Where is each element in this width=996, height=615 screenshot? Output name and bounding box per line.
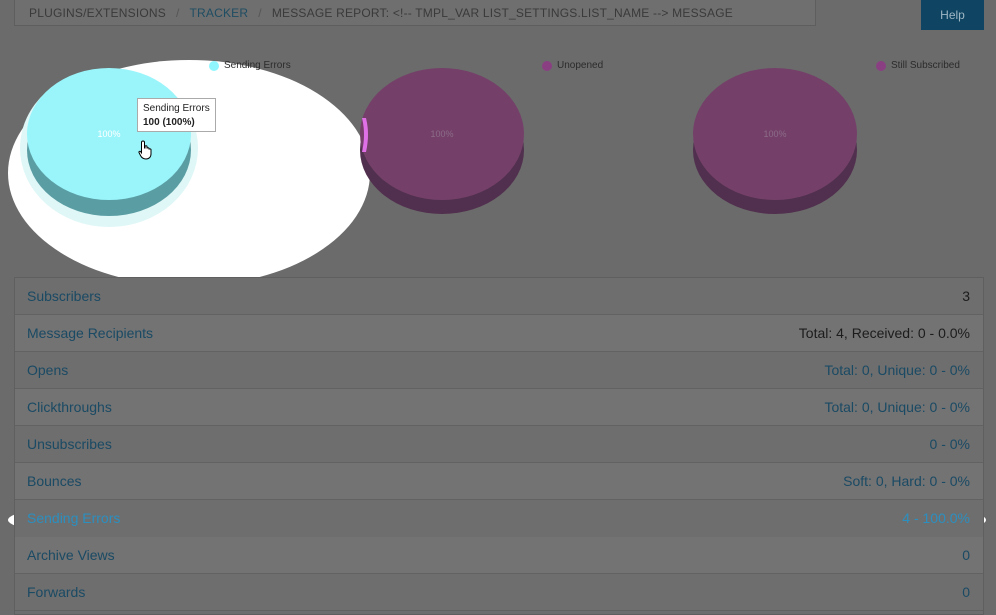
table-row: Bounces Soft: 0, Hard: 0 - 0% bbox=[15, 463, 983, 500]
legend-label: Still Subscribed bbox=[891, 60, 960, 71]
row-value[interactable]: 4 - 100.0% bbox=[902, 510, 970, 526]
table-row: Unsubscribes 0 - 0% bbox=[15, 426, 983, 463]
row-label[interactable]: Clickthroughs bbox=[27, 399, 112, 415]
row-label[interactable]: Opens bbox=[27, 362, 68, 378]
row-label[interactable]: Forwards bbox=[27, 584, 85, 600]
table-row: Clickthroughs Total: 0, Unique: 0 - 0% bbox=[15, 389, 983, 426]
chart-tooltip: Sending Errors 100 (100%) bbox=[137, 98, 216, 132]
row-value[interactable]: Total: 0, Unique: 0 - 0% bbox=[824, 362, 970, 378]
row-label[interactable]: Bounces bbox=[27, 473, 81, 489]
table-row: Message Recipients Total: 4, Received: 0… bbox=[15, 315, 983, 352]
table-row: Subscribers 3 bbox=[15, 278, 983, 315]
legend-unopened[interactable]: Unopened bbox=[542, 60, 603, 71]
stats-table: Subscribers 3 Message Recipients Total: … bbox=[14, 277, 984, 615]
pie-slice-label: 100% bbox=[97, 129, 120, 139]
row-label[interactable]: Unsubscribes bbox=[27, 436, 112, 452]
row-value: Total: 4, Received: 0 - 0.0% bbox=[798, 325, 970, 341]
row-value[interactable]: Total: 0, Unique: 0 - 0% bbox=[824, 399, 970, 415]
breadcrumb-separator: / bbox=[175, 5, 180, 20]
pie-slice-label: 100% bbox=[430, 129, 453, 139]
pie-slice-label: 100% bbox=[763, 129, 786, 139]
table-row: Forwards 0 bbox=[15, 574, 983, 611]
row-label[interactable]: Sending Errors bbox=[27, 510, 120, 526]
row-label[interactable]: Message Recipients bbox=[27, 325, 153, 341]
breadcrumb-separator: / bbox=[258, 5, 262, 20]
row-value[interactable]: Soft: 0, Hard: 0 - 0% bbox=[843, 473, 970, 489]
row-value: 3 bbox=[962, 288, 970, 304]
legend-dot bbox=[209, 60, 219, 71]
table-row: Opens Total: 0, Unique: 0 - 0% bbox=[15, 352, 983, 389]
tooltip-value: 100 (100%) bbox=[143, 117, 195, 128]
tooltip-title: Sending Errors bbox=[143, 103, 210, 114]
breadcrumb-plugins[interactable]: PLUGINS/EXTENSIONS bbox=[29, 6, 166, 20]
pie-chart-unopened[interactable]: 100% bbox=[360, 68, 524, 214]
legend-label: Sending Errors bbox=[224, 60, 291, 71]
row-value[interactable]: 0 - 0% bbox=[930, 436, 970, 452]
row-label[interactable]: Subscribers bbox=[27, 288, 101, 304]
table-row-sending-errors: Sending Errors 4 - 100.0% bbox=[15, 500, 983, 537]
legend-sending-errors[interactable]: Sending Errors bbox=[209, 60, 291, 71]
help-button[interactable]: Help bbox=[921, 0, 984, 30]
pie-chart-still-subscribed[interactable]: 100% bbox=[693, 68, 857, 214]
row-value[interactable]: 0 bbox=[962, 547, 970, 563]
legend-dot bbox=[542, 60, 552, 71]
row-value[interactable]: 0 bbox=[962, 584, 970, 600]
hand-cursor-icon bbox=[138, 140, 152, 160]
table-row: Archive Views 0 bbox=[15, 537, 983, 574]
legend-label: Unopened bbox=[557, 60, 604, 71]
pie-chart-sending-errors[interactable]: 100% bbox=[20, 68, 198, 227]
breadcrumb-current: MESSAGE REPORT: <!-- TMPL_VAR LIST_SETTI… bbox=[271, 5, 733, 20]
legend-still-subscribed[interactable]: Still Subscribed bbox=[876, 60, 960, 71]
legend-dot bbox=[876, 60, 886, 71]
breadcrumb-tracker[interactable]: TRACKER bbox=[190, 6, 249, 20]
breadcrumb: PLUGINS/EXTENSIONS / TRACKER / MESSAGE R… bbox=[14, 0, 816, 26]
row-label[interactable]: Archive Views bbox=[27, 547, 115, 563]
